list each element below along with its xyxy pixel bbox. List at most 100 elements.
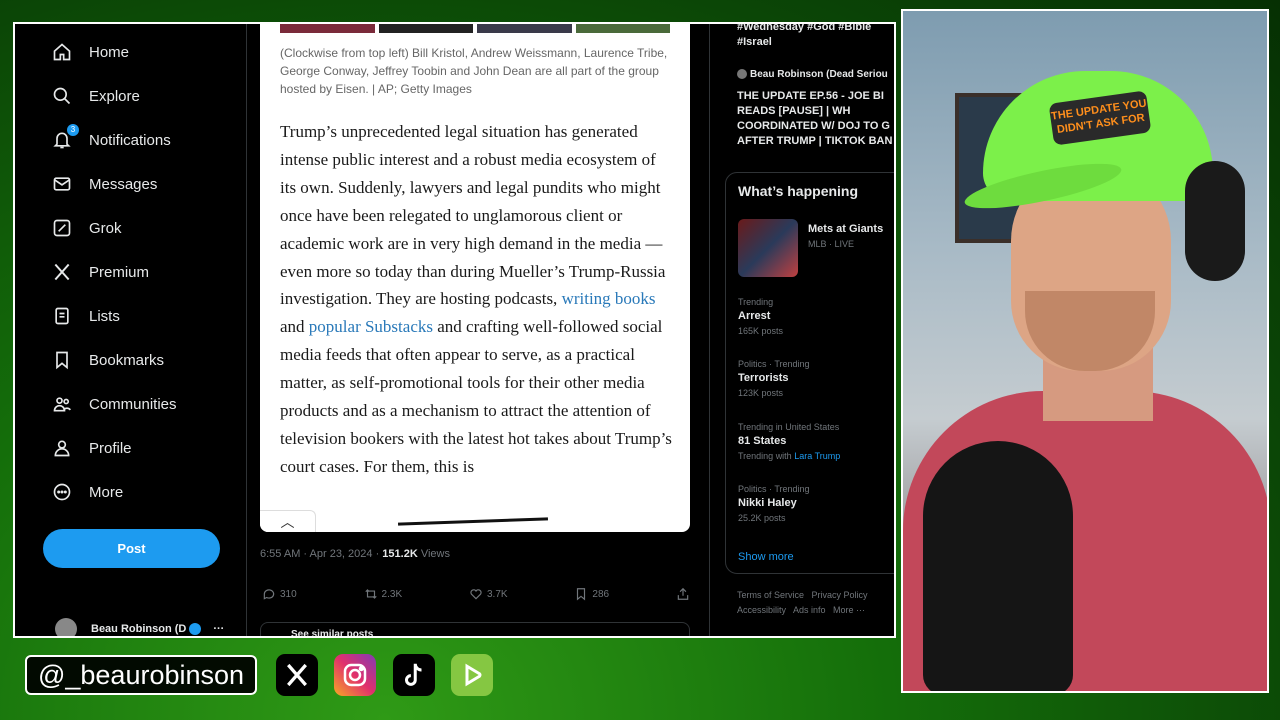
sidebar: Home Explore 3 Notifications Messages Gr… — [15, 24, 247, 636]
sidebar-item-more[interactable]: More — [51, 477, 123, 507]
sidebar-item-communities[interactable]: Communities — [51, 389, 177, 419]
trend-count: 25.2K posts — [738, 513, 786, 523]
sidebar-item-label: Bookmarks — [89, 351, 165, 369]
trend-item[interactable]: Trending in United States 81 States Tren… — [738, 422, 840, 461]
sidebar-item-home[interactable]: Home — [51, 37, 129, 67]
trend-context: Trending — [738, 297, 774, 307]
article-screenshot: (Clockwise from top left) Bill Kristol, … — [260, 24, 690, 532]
trend-context: Trending in United States — [738, 422, 840, 432]
whats-happening-panel: What’s happening Mets at Giants MLB · LI… — [725, 172, 894, 574]
main-column: (Clockwise from top left) Bill Kristol, … — [248, 24, 710, 636]
right-column: #Wednesday #God #Bible #Israel Beau Robi… — [711, 22, 894, 636]
trend-item[interactable]: Politics · Trending Terrorists 123K post… — [738, 359, 810, 398]
bookmark-button[interactable]: 286 — [574, 585, 609, 603]
post-button[interactable]: Post — [43, 529, 220, 568]
sidebar-item-profile[interactable]: Profile — [51, 433, 132, 463]
microphone — [923, 441, 1073, 691]
footer-line[interactable]: Accessibility Ads info More ··· — [737, 603, 894, 618]
photo-caption: (Clockwise from top left) Bill Kristol, … — [280, 46, 668, 96]
sidebar-item-label: Grok — [89, 219, 122, 237]
notification-badge: 3 — [67, 124, 79, 136]
bookmark-icon — [51, 349, 73, 371]
sidebar-item-label: Home — [89, 43, 130, 61]
game-title[interactable]: Mets at Giants — [808, 223, 883, 235]
grok-icon — [51, 217, 73, 239]
bookmark-icon — [577, 588, 586, 601]
reply-icon — [263, 589, 275, 600]
trend-related-link[interactable]: Lara Trump — [794, 451, 840, 461]
trend-name: Terrorists — [738, 372, 789, 384]
sidebar-item-lists[interactable]: Lists — [51, 301, 120, 331]
sidebar-item-notifications[interactable]: 3 Notifications — [51, 124, 171, 155]
tweet-timestamp: 6:55 AM · Apr 23, 2024 · — [260, 548, 383, 560]
trend-count: Trending with Lara Trump — [738, 451, 840, 461]
person-icon — [51, 437, 73, 459]
channel-avatar — [737, 69, 747, 80]
reply-count: 310 — [280, 588, 297, 600]
trend-name: 81 States — [738, 435, 787, 447]
sidebar-item-label: Notifications — [89, 131, 171, 149]
channel-name-label: Beau Robinson (Dead Seriou — [750, 69, 888, 80]
sidebar-item-label: Explore — [89, 87, 140, 105]
people-icon — [51, 393, 73, 415]
x-logo-icon — [276, 654, 318, 696]
video-title[interactable]: THE UPDATE EP.56 - JOE BI READS [PAUSE] … — [737, 89, 894, 149]
article-text: and — [280, 317, 309, 337]
game-thumbnail[interactable] — [738, 219, 798, 277]
chevron-up-icon: ︿ — [280, 513, 295, 530]
heart-icon — [470, 589, 482, 600]
repost-icon — [364, 589, 377, 599]
like-button[interactable]: 3.7K — [469, 585, 508, 603]
sidebar-item-messages[interactable]: Messages — [51, 169, 157, 199]
trend-item[interactable]: Trending Arrest 165K posts — [738, 297, 783, 336]
trend-context: Politics · Trending — [738, 359, 810, 369]
see-similar-posts-button[interactable]: See similar posts — [260, 622, 690, 636]
sidebar-item-label: Lists — [89, 307, 120, 325]
sidebar-item-label: Profile — [89, 439, 132, 457]
share-icon — [677, 587, 689, 600]
footer-line[interactable]: Terms of Service Privacy Policy — [737, 588, 894, 603]
verified-badge-icon — [189, 623, 202, 635]
channel-name[interactable]: Beau Robinson (Dead Seriou — [737, 69, 888, 80]
social-handle: @_beaurobinson — [25, 655, 257, 695]
sidebar-item-label: Communities — [89, 395, 177, 413]
sidebar-item-premium[interactable]: Premium — [51, 257, 149, 287]
tweet-meta: 6:55 AM · Apr 23, 2024 · 151.2K Views — [260, 548, 450, 560]
trend-with-label: Trending with — [738, 451, 792, 461]
sidebar-item-label: Premium — [89, 263, 150, 281]
account-name: Beau Robinson (D — [91, 623, 187, 635]
hashtags-text: #Wednesday #God #Bible #Israel — [737, 22, 872, 48]
sidebar-item-explore[interactable]: Explore — [51, 81, 140, 111]
avatar — [55, 618, 77, 636]
article-text: and crafting well-followed social media … — [280, 317, 672, 476]
article-photo-strip — [280, 24, 670, 33]
game-status: MLB · LIVE — [808, 239, 855, 249]
show-more-link[interactable]: Show more — [738, 551, 794, 563]
browser-frame: Home Explore 3 Notifications Messages Gr… — [13, 22, 896, 638]
popular-substacks-link[interactable]: popular Substacks — [309, 317, 433, 336]
sidebar-item-label: More — [89, 483, 124, 501]
headphone — [1185, 161, 1245, 281]
article-text: Trump’s unprecedented legal situation ha… — [280, 122, 666, 309]
repost-count: 2.3K — [381, 588, 403, 600]
trend-item[interactable]: Politics · Trending Nikki Haley 25.2K po… — [738, 484, 810, 523]
sidebar-item-grok[interactable]: Grok — [51, 213, 122, 243]
sidebar-item-bookmarks[interactable]: Bookmarks — [51, 345, 164, 375]
bookmark-count: 286 — [592, 588, 610, 600]
account-more-icon: ··· — [213, 623, 225, 635]
scroll-up-button[interactable]: ︿ — [260, 510, 316, 532]
like-count: 3.7K — [486, 588, 508, 600]
webcam-feed: THE UPDATE YOU DIDN'T ASK FOR — [901, 9, 1269, 693]
article-body: Trump’s unprecedented legal situation ha… — [280, 118, 674, 481]
account-switcher[interactable]: Beau Robinson (D ··· — [55, 618, 225, 636]
trend-name: Nikki Haley — [738, 497, 797, 509]
footer-links: Terms of Service Privacy Policy Accessib… — [737, 588, 894, 618]
whats-happening-title: What’s happening — [738, 183, 859, 199]
annotation-strike-line — [397, 517, 549, 526]
reply-button[interactable]: 310 — [262, 585, 297, 603]
repost-button[interactable]: 2.3K — [364, 585, 403, 603]
search-icon — [51, 85, 73, 107]
share-button[interactable] — [676, 585, 690, 603]
writing-books-link[interactable]: writing books — [562, 289, 656, 308]
trend-context: Politics · Trending — [738, 484, 810, 494]
